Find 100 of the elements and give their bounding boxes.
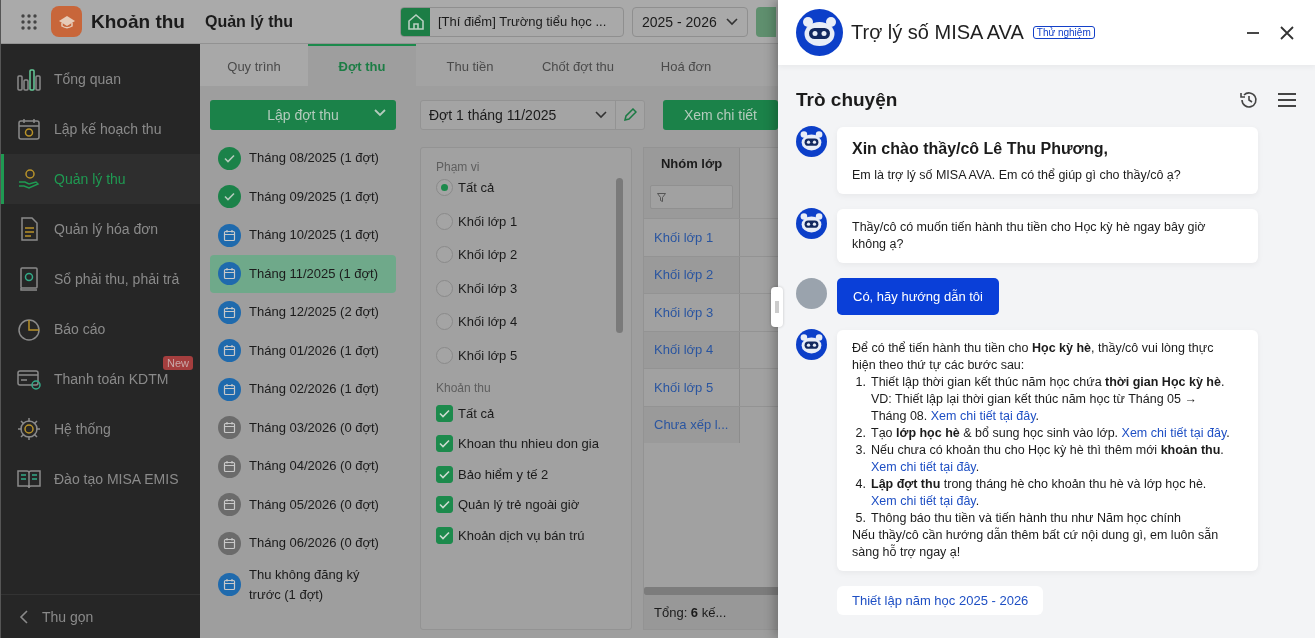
table-cell-link[interactable]: Khối lớp 3 xyxy=(644,294,740,331)
calendar-icon xyxy=(218,531,241,555)
option-label: Khối lớp 5 xyxy=(458,347,518,363)
checkbox[interactable] xyxy=(436,526,453,544)
step-number: 3. xyxy=(854,442,867,459)
chevron-down-icon xyxy=(726,17,738,26)
pie-chart-icon xyxy=(16,316,42,342)
option-label: Khối lớp 3 xyxy=(458,280,518,296)
hand-coin-icon xyxy=(16,166,42,192)
month-item[interactable]: Tháng 01/2026 (1 đợt) xyxy=(210,331,396,370)
new-badge: New xyxy=(163,356,193,370)
radio-button[interactable] xyxy=(436,279,453,297)
checkbox[interactable] xyxy=(436,435,453,453)
chevron-down-icon xyxy=(374,109,386,117)
calendar-icon xyxy=(218,493,241,517)
menu-icon[interactable] xyxy=(1277,92,1297,108)
calendar-icon xyxy=(218,223,241,247)
step-number: 5. xyxy=(854,510,867,527)
radio-button[interactable] xyxy=(436,212,453,230)
toolbar-button[interactable] xyxy=(756,6,776,37)
message-text: Để có thể tiến hành thu tiền cho Học kỳ hè, thầy/cô vui lòng thực hiện theo thứ tự các bước sau: xyxy=(852,340,1215,374)
app-name: Khoản thu xyxy=(91,10,186,33)
radio-button[interactable] xyxy=(436,313,453,331)
sidebar-item[interactable]: New Thanh toán KDTM xyxy=(1,354,200,404)
table-cell-link[interactable]: Khối lớp 1 xyxy=(644,219,740,256)
resize-handle[interactable] xyxy=(771,287,783,327)
month-item[interactable]: Tháng 06/2026 (0 đợt) xyxy=(210,524,396,563)
sidebar-item[interactable]: Quản lý hóa đơn xyxy=(1,204,200,254)
message-text: Em là trợ lý số MISA AVA. Em có thể giúp gì cho thầy/cô ạ? xyxy=(852,167,1182,184)
year-select[interactable]: 2025 - 2026 xyxy=(632,6,748,37)
robot-avatar-icon xyxy=(796,9,843,56)
robot-avatar-icon xyxy=(796,208,827,239)
filter-input[interactable] xyxy=(650,185,733,209)
step-number: 4. xyxy=(854,476,867,493)
step-number: 2. xyxy=(854,425,867,442)
month-item[interactable]: Tháng 05/2026 (0 đợt) xyxy=(210,485,396,524)
chat-heading: Trò chuyện xyxy=(796,89,899,111)
sidebar-item[interactable]: Hệ thống xyxy=(1,404,200,454)
step-number: 1. xyxy=(854,374,867,391)
create-batch-button[interactable]: Lập đợt thu xyxy=(210,100,396,130)
message-text: Thầy/cô có muốn tiến hành thu tiền cho Học kỳ hè ngay bây giờ không ạ? xyxy=(852,219,1207,253)
month-item[interactable]: Tháng 04/2026 (0 đợt) xyxy=(210,447,396,486)
calendar-icon xyxy=(218,416,241,440)
month-item[interactable]: Tháng 08/2025 (1 đợt) xyxy=(210,139,396,178)
school-selector[interactable]: [Thí điểm] Trường tiểu học ... xyxy=(400,6,624,37)
check-icon xyxy=(439,500,450,510)
checkbox[interactable] xyxy=(436,465,453,483)
checkbox[interactable] xyxy=(436,404,453,422)
month-item[interactable]: Tháng 02/2026 (1 đợt) xyxy=(210,370,396,409)
check-circle-icon xyxy=(218,185,241,209)
sidebar-item[interactable]: Sổ phải thu, phải trả xyxy=(1,254,200,304)
tab[interactable]: Chốt đợt thu xyxy=(524,44,632,86)
table-cell-link[interactable]: Khối lớp 5 xyxy=(644,369,740,406)
month-item[interactable]: Tháng 09/2025 (1 đợt) xyxy=(210,177,396,216)
page-title: Quản lý thu xyxy=(205,12,294,31)
table-cell-link[interactable]: Khối lớp 4 xyxy=(644,331,740,368)
tab[interactable]: Quy trình xyxy=(200,44,308,86)
sidebar-item[interactable]: Quản lý thu xyxy=(1,154,200,204)
calendar-icon xyxy=(218,262,241,286)
view-detail-button[interactable]: Xem chi tiết xyxy=(662,100,778,130)
gear-icon xyxy=(16,416,42,442)
year-value: 2025 - 2026 xyxy=(642,13,717,30)
month-item[interactable]: Tháng 03/2026 (0 đợt) xyxy=(210,408,396,447)
month-item[interactable]: Tháng 11/2025 (1 đợt) xyxy=(210,254,396,293)
option-label: Khoan thu nhieu don gia xyxy=(458,436,599,452)
suggestion-chip[interactable]: Thiết lập năm học 2025 - 2026 xyxy=(837,586,1044,615)
option-label: Khoản dịch vụ bán trú xyxy=(458,527,585,543)
radio-button[interactable] xyxy=(436,246,453,264)
bar-chart-icon xyxy=(16,66,42,92)
calendar-icon xyxy=(218,454,241,478)
step-text: Tạo lớp học hè & bổ sung học sinh vào lớp. Xem chi tiết tại đây. xyxy=(871,425,1230,442)
month-item[interactable]: Tháng 10/2025 (1 đợt) xyxy=(210,216,396,255)
month-item[interactable]: Thu không đăng ký trước (1 đợt) xyxy=(210,562,396,607)
scrollbar[interactable] xyxy=(616,178,623,333)
robot-avatar-icon xyxy=(796,329,827,360)
option-label: Tất cả xyxy=(458,405,495,421)
checkbox[interactable] xyxy=(436,496,453,514)
calendar-icon xyxy=(218,573,241,596)
pencil-icon xyxy=(622,108,637,122)
sidebar-item[interactable]: Báo cáo xyxy=(1,304,200,354)
sidebar-item[interactable]: Tổng quan xyxy=(1,54,200,104)
batch-value: Đợt 1 tháng 11/2025 xyxy=(429,107,557,123)
radio-button[interactable] xyxy=(436,346,453,364)
detail-link[interactable]: Xem chi tiết tại đây xyxy=(871,460,976,474)
history-icon[interactable] xyxy=(1239,90,1259,110)
collapse-button[interactable]: Thu gọn xyxy=(1,594,200,638)
option-label: Bảo hiểm y tế 2 xyxy=(458,466,549,482)
apps-grid-icon[interactable] xyxy=(21,13,37,30)
table-cell-link[interactable]: Khối lớp 2 xyxy=(644,256,740,293)
calendar-icon xyxy=(218,377,241,401)
sidebar-item[interactable]: Lập kế hoạch thu xyxy=(1,104,200,154)
option-label: Khối lớp 1 xyxy=(458,213,518,229)
scrollbar[interactable] xyxy=(644,587,778,595)
sidebar-item[interactable]: Đào tạo MISA EMIS xyxy=(1,454,200,504)
month-item[interactable]: Tháng 12/2025 (2 đợt) xyxy=(210,293,396,332)
detail-link[interactable]: Xem chi tiết tại đây xyxy=(871,494,976,508)
radio-button[interactable] xyxy=(436,179,453,197)
table-cell-link[interactable]: Chưa xếp l... xyxy=(644,406,740,443)
tab[interactable]: Hoá đơn xyxy=(632,44,740,86)
tab[interactable]: Thu tiền xyxy=(416,44,524,86)
